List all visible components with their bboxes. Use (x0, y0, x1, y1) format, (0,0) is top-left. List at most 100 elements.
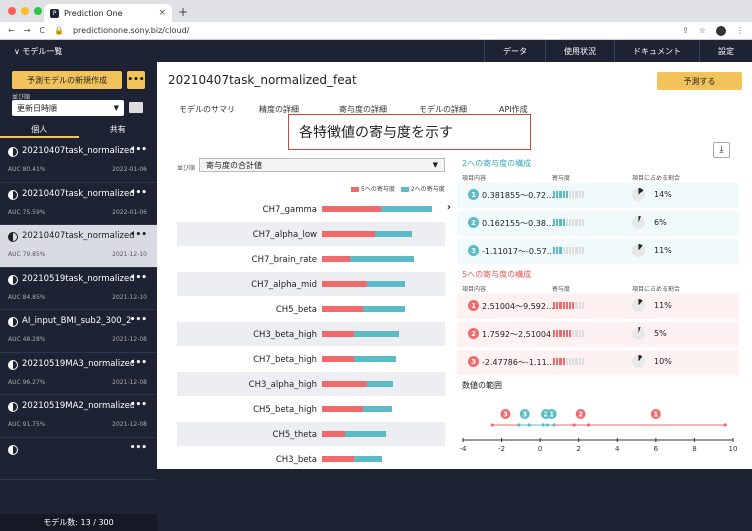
axis-tick-label: 4 (615, 445, 620, 452)
meter-segment (553, 219, 556, 226)
nav-usage[interactable]: 使用状況 (545, 40, 614, 62)
feature-name: CH7_gamma (262, 205, 317, 215)
contribution-bar (322, 331, 399, 337)
share-icon[interactable]: ⇪ (682, 26, 689, 35)
minimize-window-button[interactable] (21, 7, 29, 15)
model-more-icon[interactable]: ••• (130, 443, 147, 453)
predict-button[interactable]: 予測する (657, 72, 742, 90)
model-list-item[interactable]: 20210519MA2_normalized… ••• AUC 91.75% 2021… (0, 395, 157, 438)
model-count: モデル数: 13 / 300 (0, 514, 157, 531)
model-auc: AUC 75.59% (8, 208, 46, 216)
model-list-item[interactable]: ••• (0, 438, 157, 480)
browser-tab[interactable]: P Prediction One × (44, 4, 172, 22)
model-more-icon[interactable]: ••• (130, 358, 147, 368)
feature-row[interactable]: CH7_alpha_mid (177, 271, 445, 296)
composition-row[interactable]: 3 -2.47786〜-1.11… 10% (457, 350, 739, 375)
meter-segment (575, 358, 578, 365)
model-more-icon[interactable]: ••• (130, 400, 147, 410)
meter-segment (553, 247, 556, 254)
share-percent: 11% (654, 301, 672, 310)
model-more-icon[interactable]: ••• (130, 315, 147, 325)
rank-badge: 3 (468, 245, 479, 256)
maximize-window-button[interactable] (34, 7, 42, 15)
model-more-icon[interactable]: ••• (130, 230, 147, 240)
bookmark-star-icon[interactable]: ☆ (699, 26, 706, 35)
contrib2-title: 2への寄与度の構成 (462, 159, 532, 168)
model-list-item[interactable]: 20210519MA3_normalized… ••• AUC 96.27% 2021… (0, 353, 157, 395)
model-list-item[interactable]: 20210407task_normalized… ••• AUC 79.85% 202… (0, 225, 157, 268)
feature-row[interactable]: CH5_beta (177, 296, 445, 321)
nav-settings[interactable]: 設定 (699, 40, 752, 62)
back-arrow-icon[interactable]: ← (8, 26, 15, 35)
model-status-icon (8, 147, 18, 157)
tab-shared[interactable]: 共有 (79, 124, 158, 138)
tab-close-icon[interactable]: × (158, 8, 166, 18)
model-status-icon (8, 359, 18, 370)
tab-summary[interactable]: モデルのサマリ (179, 104, 259, 115)
feature-name: CH3_beta_high (253, 330, 317, 340)
tab-personal[interactable]: 個人 (0, 124, 79, 138)
composition-row[interactable]: 1 2.51004〜9.592… 11% (457, 294, 739, 319)
feature-name: CH3_alpha_high (248, 380, 317, 390)
model-list-item[interactable]: 20210407task_normalized… ••• AUC 75.59% 202… (0, 183, 157, 225)
profile-avatar[interactable] (716, 25, 726, 36)
model-date: 2021-12-10 (112, 293, 147, 301)
meter-segment (565, 219, 568, 226)
contribution-bar (322, 406, 393, 412)
feature-row[interactable]: CH3_beta_high (177, 321, 445, 346)
contribution-sort-select[interactable]: 寄与度の合計値 ▼ (199, 158, 445, 172)
feature-row[interactable]: CH3_beta (177, 446, 445, 469)
meter-segment (568, 302, 572, 309)
value-range: 0.162155〜0.38… (482, 219, 554, 228)
meter-segment (578, 302, 581, 309)
nav-documents[interactable]: ドキュメント (614, 40, 699, 62)
composition-row[interactable]: 1 0.381855〜0.72… 14% (457, 183, 739, 208)
sort-select[interactable]: 更新日時順 ▼ (12, 100, 124, 116)
feature-name: CH7_alpha_mid (251, 280, 317, 290)
new-tab-icon[interactable]: + (178, 5, 188, 19)
meter-segment (568, 191, 572, 198)
model-name: 20210519MA3_normalized… (22, 358, 134, 369)
forward-arrow-icon[interactable]: → (24, 26, 31, 35)
meter-segment (581, 358, 584, 365)
feature-row[interactable]: CH5_theta (177, 421, 445, 446)
contribution-bar-2 (367, 281, 405, 287)
model-list-item[interactable]: 20210519task_normalized… ••• AUC 84.85% 202… (0, 268, 157, 310)
feature-row[interactable]: CH3_alpha_high (177, 371, 445, 396)
model-more-icon[interactable]: ••• (130, 145, 147, 155)
new-model-button[interactable]: 予測モデルの新規作成 (12, 71, 122, 89)
model-status-icon (8, 402, 18, 412)
model-more-icon[interactable]: ••• (130, 273, 147, 283)
more-options-button[interactable]: ••• (127, 71, 145, 89)
feature-row[interactable]: CH7_brain_rate (177, 246, 445, 271)
composition-row[interactable]: 2 0.162155〜0.38… 6% (457, 211, 739, 236)
feature-row[interactable]: CH7_alpha_low (177, 221, 445, 246)
feature-row[interactable]: CH7_gamma › (177, 196, 451, 221)
composition-row[interactable]: 2 1.7592〜2.51004 5% (457, 322, 739, 347)
chevron-right-icon[interactable]: › (447, 202, 451, 213)
model-list-toggle[interactable]: ∨ モデル一覧 (0, 46, 157, 57)
model-status-icon (8, 189, 18, 200)
feature-row[interactable]: CH5_beta_high (177, 396, 445, 421)
model-date: 2022-01-06 (112, 208, 147, 216)
page-title: 20210407task_normalized_feat (168, 73, 357, 87)
axis-tick-label: 6 (654, 445, 659, 452)
feature-name: CH3_beta (275, 455, 317, 465)
meter-segment (581, 219, 584, 226)
contribution-bar-2 (367, 381, 394, 387)
meter-segment (556, 247, 559, 254)
reload-icon[interactable]: C (39, 26, 45, 35)
model-list-item[interactable]: AI_input_BMI_sub2_300_2 ••• AUC 48.28% 2021… (0, 310, 157, 353)
feature-row[interactable]: CH7_beta_high (177, 346, 445, 371)
contribution-level-meter (553, 219, 584, 226)
url-field[interactable]: predictionone.sony.biz/cloud/ (73, 26, 189, 35)
browser-menu-icon[interactable]: ⋮ (736, 26, 744, 35)
composition-row[interactable]: 3 -1.11017〜-0.57… 11% (457, 239, 739, 264)
meter-segment (575, 219, 578, 226)
close-window-button[interactable] (8, 7, 16, 15)
model-more-icon[interactable]: ••• (130, 188, 147, 198)
nav-data[interactable]: データ (484, 40, 545, 62)
model-list-item[interactable]: 20210407task_normalized… ••• AUC 80.41% 202… (0, 140, 157, 183)
folder-add-icon[interactable] (129, 102, 143, 113)
meter-segment (559, 247, 562, 254)
